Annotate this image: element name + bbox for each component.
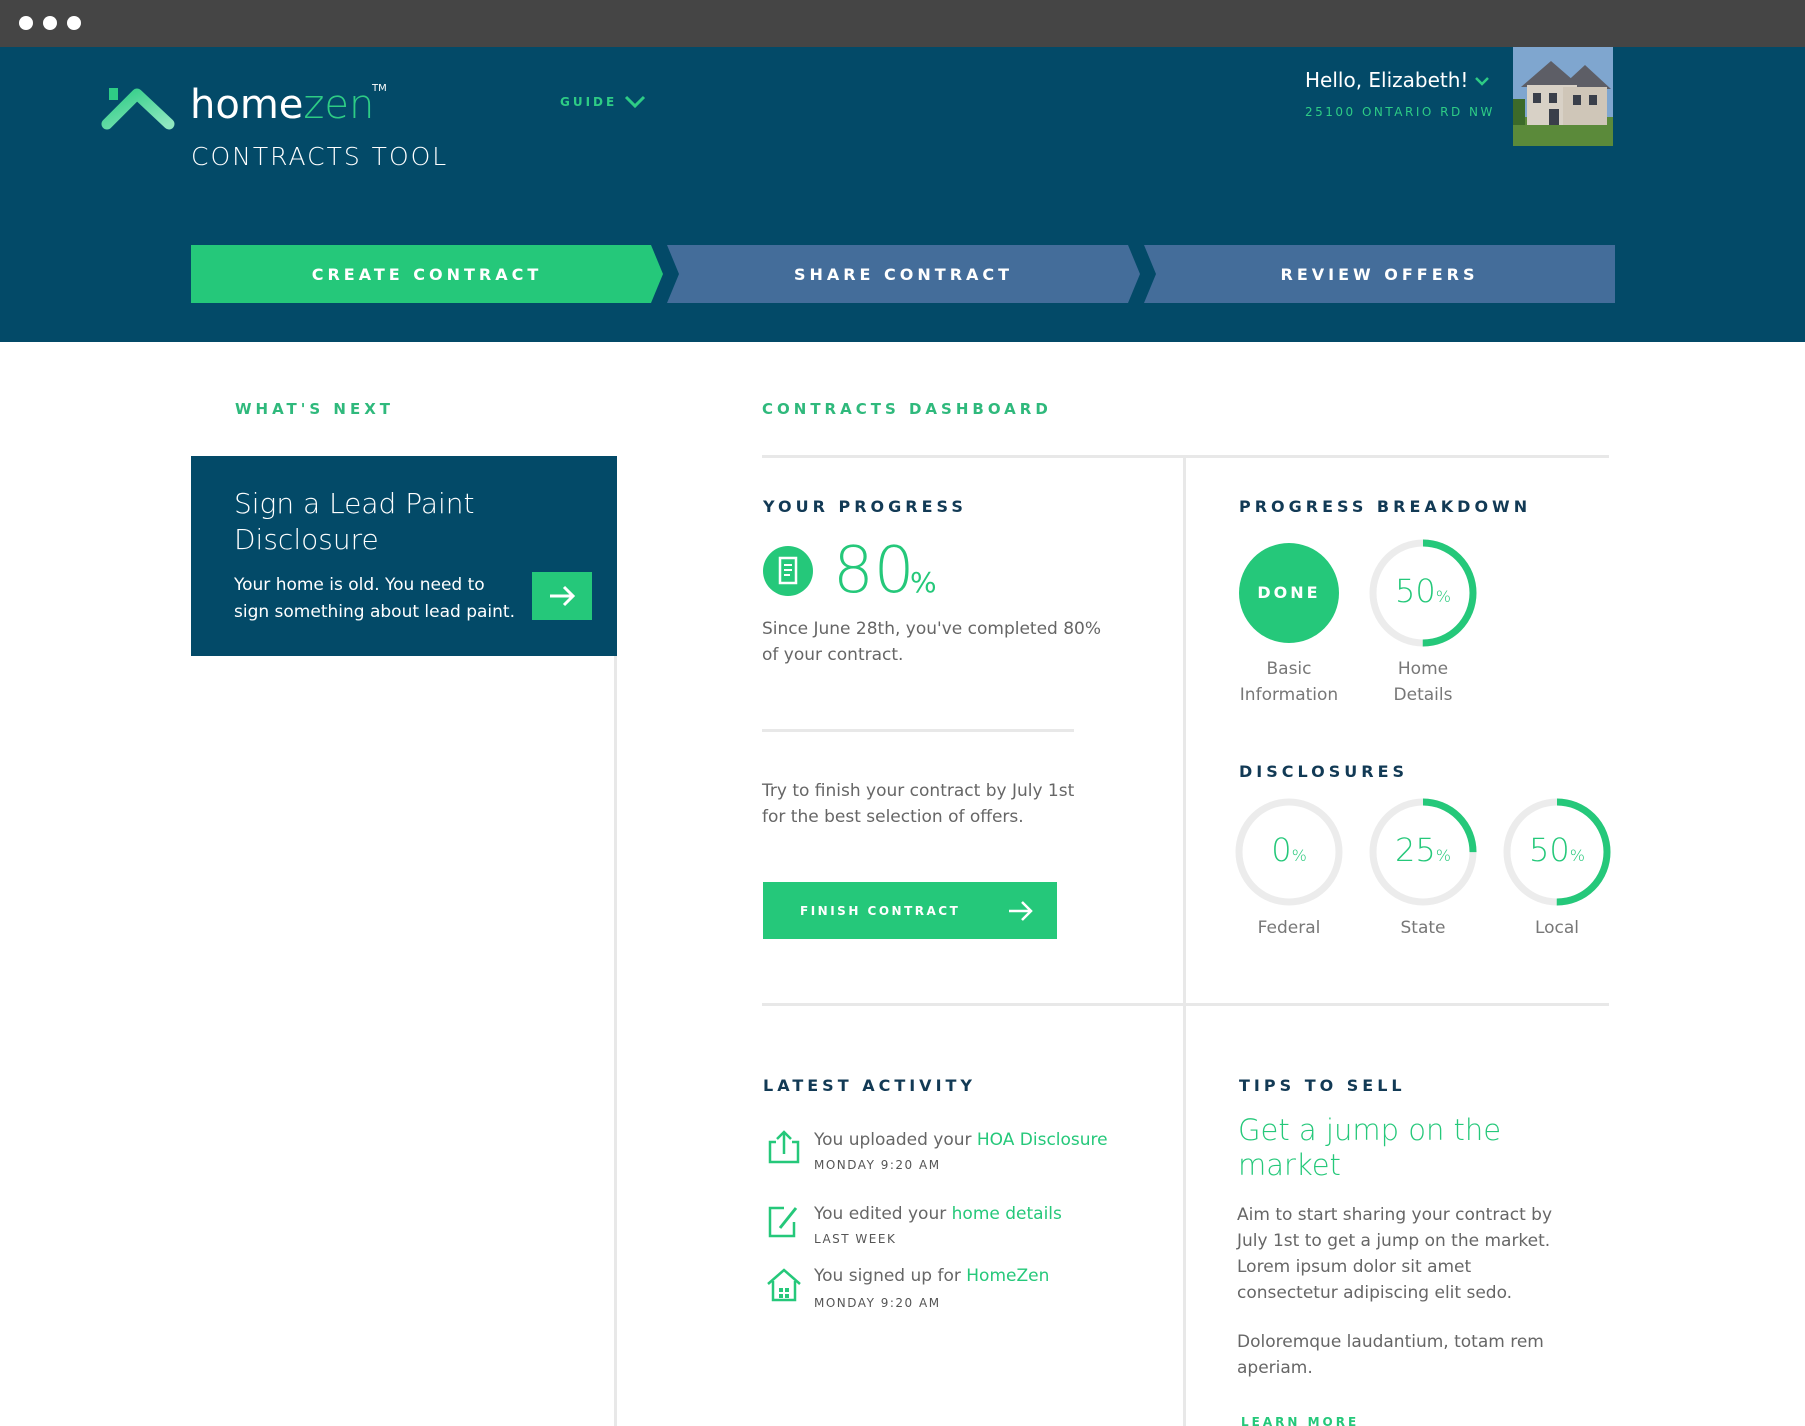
next-task-description: Your home is old. You need to sign somet… — [234, 575, 515, 622]
window-dot-minimize[interactable] — [43, 16, 57, 30]
local-number: 50 — [1529, 831, 1570, 869]
tool-title: CONTRACTS TOOL — [191, 142, 449, 171]
local-unit: % — [1569, 846, 1585, 865]
guide-menu[interactable]: GUIDE — [560, 95, 617, 109]
step-share-contract[interactable]: SHARE CONTRACT — [667, 265, 1140, 284]
latest-activity-heading: LATEST ACTIVITY — [763, 1076, 977, 1095]
brand-name-zen: zen — [303, 82, 375, 128]
trademark: TM — [372, 83, 387, 94]
home-details-ring[interactable]: 50% — [1368, 538, 1478, 648]
user-greeting[interactable]: Hello, Elizabeth! — [1305, 68, 1468, 92]
activity-item-1: You uploaded your HOA Disclosure — [814, 1130, 1108, 1150]
activity-2-time: LAST WEEK — [814, 1232, 897, 1246]
next-task-title: Sign a Lead Paint Disclosure — [234, 487, 475, 556]
dashboard-heading: CONTRACTS DASHBOARD — [762, 400, 1052, 418]
window-dot-close[interactable] — [19, 16, 33, 30]
left-column-divider — [614, 656, 617, 1426]
home-details-caption: Home Details — [1393, 659, 1453, 705]
progress-percent-unit: % — [910, 566, 937, 599]
progress-tip: Try to finish your contract by July 1st … — [762, 781, 1075, 827]
state-unit: % — [1435, 846, 1451, 865]
local-disclosure-ring[interactable]: 50% — [1502, 797, 1612, 907]
edit-icon — [768, 1206, 798, 1238]
progress-summary: Since June 28th, you've completed 80% of… — [762, 619, 1102, 665]
dashboard-top-divider — [762, 455, 1609, 458]
dashboard-middle-divider — [762, 1003, 1609, 1006]
activity-1-time: MONDAY 9:20 AM — [814, 1158, 941, 1172]
document-icon — [763, 546, 813, 596]
step-create-contract[interactable]: CREATE CONTRACT — [191, 265, 663, 284]
arrow-right-icon — [550, 585, 576, 607]
activity-2-link[interactable]: home details — [952, 1204, 1062, 1224]
brand-name-home: home — [190, 82, 304, 128]
progress-breakdown-heading: PROGRESS BREAKDOWN — [1239, 497, 1532, 516]
window-dot-maximize[interactable] — [67, 16, 81, 30]
basic-information-caption: Basic Information — [1239, 659, 1339, 705]
your-progress-heading: YOUR PROGRESS — [763, 497, 967, 516]
state-caption: State — [1400, 918, 1446, 938]
home-details-value: 50% — [1368, 572, 1478, 610]
property-address: 25100 ONTARIO RD NW — [1305, 105, 1495, 119]
whats-next-heading: WHAT'S NEXT — [235, 400, 394, 418]
tips-paragraph-2: Doloremque laudantium, totam rem aperiam… — [1237, 1332, 1544, 1378]
user-menu-chevron-icon[interactable] — [1474, 74, 1490, 88]
tips-title: Get a jump on the market — [1238, 1113, 1502, 1182]
activity-1-link[interactable]: HOA Disclosure — [977, 1130, 1108, 1150]
arrow-right-icon — [1009, 901, 1033, 921]
finish-contract-label: FINISH CONTRACT — [800, 904, 961, 918]
federal-disclosure-ring[interactable]: 0% — [1234, 797, 1344, 907]
federal-value: 0% — [1234, 831, 1344, 869]
federal-number: 0 — [1271, 831, 1292, 869]
activity-2-text: You edited your — [814, 1204, 952, 1224]
activity-1-text: You uploaded your — [814, 1130, 977, 1150]
learn-more-link[interactable]: LEARN MORE — [1241, 1415, 1359, 1426]
local-caption: Local — [1534, 918, 1580, 938]
federal-caption: Federal — [1257, 918, 1321, 938]
dashboard-center-divider — [1183, 456, 1186, 1426]
progress-divider — [762, 729, 1074, 732]
tips-paragraph-1: Aim to start sharing your contract by Ju… — [1237, 1205, 1553, 1303]
home-details-unit: % — [1435, 587, 1451, 606]
browser-chrome — [0, 0, 1805, 47]
house-photo[interactable] — [1513, 47, 1613, 146]
brand-name[interactable]: homezen — [190, 82, 374, 128]
activity-item-3: You signed up for HomeZen — [814, 1266, 1049, 1286]
next-task-card[interactable]: Sign a Lead Paint Disclosure Your home i… — [191, 456, 617, 656]
upload-icon — [768, 1130, 800, 1164]
local-value: 50% — [1502, 831, 1612, 869]
activity-3-text: You signed up for — [814, 1266, 967, 1286]
home-icon — [767, 1268, 801, 1302]
progress-percent: 80 — [833, 534, 915, 608]
activity-3-time: MONDAY 9:20 AM — [814, 1296, 941, 1310]
homezen-logo-icon — [101, 88, 175, 130]
finish-contract-button[interactable]: FINISH CONTRACT — [763, 882, 1057, 939]
state-disclosure-ring[interactable]: 25% — [1368, 797, 1478, 907]
step-review-offers[interactable]: REVIEW OFFERS — [1144, 265, 1615, 284]
next-task-button[interactable] — [532, 572, 592, 620]
home-details-number: 50 — [1395, 572, 1436, 610]
done-label: DONE — [1257, 583, 1321, 602]
federal-unit: % — [1291, 846, 1307, 865]
disclosures-heading: DISCLOSURES — [1239, 762, 1409, 781]
chevron-down-icon[interactable] — [624, 92, 646, 110]
state-value: 25% — [1368, 831, 1478, 869]
state-number: 25 — [1395, 831, 1436, 869]
activity-item-2: You edited your home details — [814, 1204, 1062, 1224]
tips-heading: TIPS TO SELL — [1239, 1076, 1406, 1095]
progress-steps: CREATE CONTRACT SHARE CONTRACT REVIEW OF… — [191, 245, 1615, 303]
basic-information-done-badge[interactable]: DONE — [1239, 543, 1339, 643]
activity-3-link[interactable]: HomeZen — [966, 1266, 1049, 1286]
